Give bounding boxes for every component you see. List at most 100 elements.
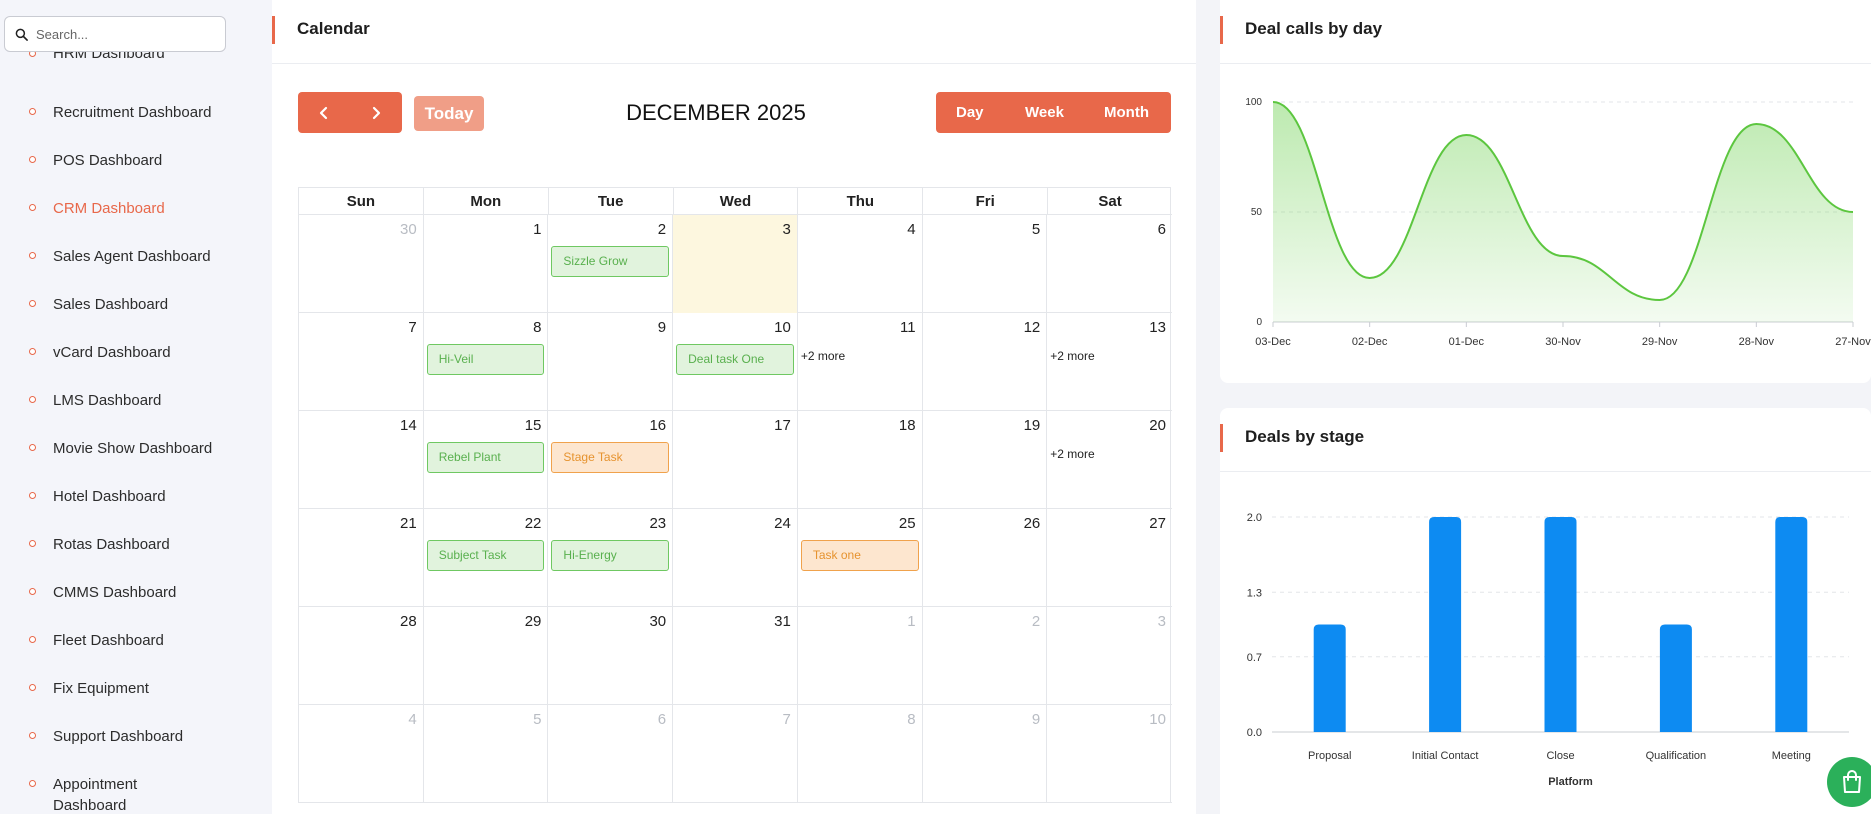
x-tick-label: 02-Dec (1352, 336, 1388, 348)
calendar-day-cell[interactable]: 19 (923, 411, 1048, 509)
calendar-day-cell[interactable]: 5 (424, 705, 549, 803)
bar (1313, 624, 1346, 732)
calendar-day-cell[interactable]: 29 (424, 607, 549, 705)
x-tick-label: 03-Dec (1255, 336, 1291, 348)
prev-month-button[interactable] (298, 92, 350, 133)
calendar-day-cell[interactable]: 24 (673, 509, 798, 607)
day-number: 14 (400, 417, 417, 434)
bar (1775, 517, 1808, 732)
calendar-day-cell[interactable]: 9 (923, 705, 1048, 803)
calendar-day-cell[interactable]: 31 (673, 607, 798, 705)
calendar-week-row: 14 15 Rebel Plant 16 Stage Task 17 18 19 20 +2 mo… (299, 411, 1172, 509)
calendar-event[interactable]: Subject Task (426, 540, 545, 571)
sidebar-item-label: LMS Dashboard (53, 392, 162, 409)
calendar-event[interactable]: Rebel Plant (426, 442, 545, 473)
day-number: 3 (782, 221, 791, 238)
calendar-day-cell[interactable]: 26 (923, 509, 1048, 607)
more-events-link[interactable]: +2 more (1050, 349, 1094, 363)
calendar-day-cell[interactable]: 3 (673, 215, 798, 313)
calendar-nav-group (298, 92, 402, 133)
day-number: 24 (774, 515, 791, 532)
calendar-day-cell[interactable]: 6 (548, 705, 674, 803)
y-tick-label: 50 (1251, 207, 1263, 218)
calendar-day-cell[interactable]: 11 +2 more (798, 313, 923, 411)
x-tick-label: Close (1546, 750, 1574, 762)
calendar-event[interactable]: Task one (800, 540, 919, 571)
calendar-day-cell[interactable]: 17 (673, 411, 798, 509)
calendar-day-cell[interactable]: 30 (548, 607, 674, 705)
weekday-label: Sat (1098, 193, 1122, 210)
cart-button[interactable] (1827, 757, 1871, 807)
bullet-icon (29, 636, 36, 643)
calendar-day-cell[interactable]: 2 Sizzle Grow (548, 215, 674, 313)
calendar-day-cell[interactable]: 5 (923, 215, 1048, 313)
calendar-day-cell[interactable]: 10 (1047, 705, 1172, 803)
day-number: 5 (1031, 221, 1041, 238)
view-week-button[interactable]: Week (1025, 104, 1064, 121)
calendar-day-cell[interactable]: 2 (923, 607, 1048, 705)
calendar-day-cell[interactable]: 4 (299, 705, 424, 803)
calendar-day-cell[interactable]: 27 (1047, 509, 1172, 607)
calendar-day-cell[interactable]: 16 Stage Task (548, 411, 674, 509)
more-events-link[interactable]: +2 more (1050, 447, 1094, 461)
calendar-day-cell[interactable]: 7 (299, 313, 424, 411)
view-day-button[interactable]: Day (956, 104, 984, 121)
day-number: 6 (1157, 221, 1166, 238)
calendar-day-cell[interactable]: 14 (299, 411, 424, 509)
sidebar: HRM Dashboard Recruitment Dashboard POS D… (0, 0, 272, 814)
y-tick-label: 0.0 (1247, 727, 1262, 739)
day-number: 19 (1023, 417, 1041, 434)
x-tick-label: 01-Dec (1449, 336, 1485, 348)
x-tick-label: 29-Nov (1642, 336, 1678, 348)
day-number: 18 (898, 417, 916, 434)
calendar-day-cell[interactable]: 1 (798, 607, 923, 705)
y-tick-label: 2.0 (1247, 512, 1262, 524)
today-button[interactable]: Today (414, 96, 484, 131)
day-number: 16 (649, 417, 667, 434)
calendar-event[interactable]: Hi-Veil (426, 344, 545, 375)
calendar-day-cell[interactable]: 12 (923, 313, 1048, 411)
deals-stage-title: Deals by stage (1245, 427, 1365, 446)
calendar-day-cell[interactable]: 4 (798, 215, 923, 313)
calendar-day-cell[interactable]: 8 (798, 705, 923, 803)
calendar-day-cell[interactable]: 7 (673, 705, 798, 803)
calendar-event[interactable]: Hi-Energy (551, 540, 670, 571)
calendar-event[interactable]: Deal task One (676, 344, 794, 375)
calendar-day-cell[interactable]: 10 Deal task One (673, 313, 798, 411)
calendar-day-cell[interactable]: 25 Task one (798, 509, 923, 607)
bullet-icon (29, 684, 36, 691)
view-month-button[interactable]: Month (1104, 104, 1149, 121)
chevron-left-icon (319, 106, 328, 119)
bar (1659, 624, 1692, 732)
calendar-day-cell[interactable]: 18 (798, 411, 923, 509)
sidebar-item-partial[interactable]: HRM Dashboard (0, 52, 240, 64)
calendar-day-cell[interactable]: 3 (1047, 607, 1172, 705)
calendar-event[interactable]: Stage Task (551, 442, 670, 473)
calendar-week-row: 21 22 Subject Task 23 Hi-Energy 24 25 Task one 2… (299, 509, 1172, 607)
calendar-day-cell[interactable]: 9 (548, 313, 674, 411)
search-box[interactable] (4, 16, 226, 52)
calendar-day-cell[interactable]: 6 (1047, 215, 1172, 313)
title-accent-bar (1220, 16, 1223, 44)
day-number: 8 (533, 319, 542, 336)
search-input[interactable] (36, 26, 216, 42)
calendar-day-cell[interactable]: 22 Subject Task (424, 509, 549, 607)
search-icon (15, 28, 28, 41)
calendar-event[interactable]: Sizzle Grow (551, 246, 670, 277)
calendar-day-cell[interactable]: 1 (424, 215, 549, 313)
calendar-day-cell[interactable]: 23 Hi-Energy (548, 509, 674, 607)
bullet-icon (29, 732, 36, 739)
day-number: 2 (657, 221, 667, 238)
calendar-day-cell[interactable]: 13 +2 more (1047, 313, 1172, 411)
calendar-day-cell[interactable]: 21 (299, 509, 424, 607)
weekday-label: Fri (923, 188, 1049, 214)
more-events-link[interactable]: +2 more (801, 349, 845, 363)
calendar-day-cell[interactable]: 20 +2 more (1047, 411, 1172, 509)
bullet-icon (29, 156, 36, 163)
calendar-day-cell[interactable]: 15 Rebel Plant (424, 411, 549, 509)
calendar-day-cell[interactable]: 8 Hi-Veil (424, 313, 549, 411)
calendar-day-cell[interactable]: 30 (299, 215, 424, 313)
calendar-day-cell[interactable]: 28 (299, 607, 424, 705)
day-number: 4 (408, 711, 417, 728)
next-month-button[interactable] (350, 92, 402, 133)
